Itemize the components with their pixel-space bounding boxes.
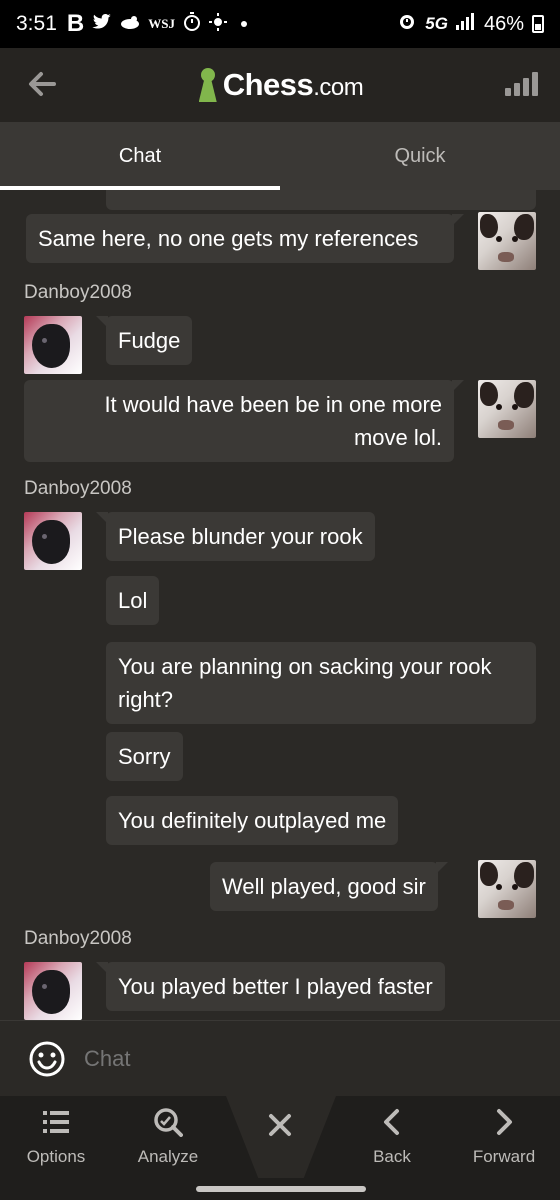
message-text: Well played, good sir: [222, 874, 426, 899]
message-text: You definitely outplayed me: [118, 808, 387, 833]
chat-input[interactable]: [84, 1045, 484, 1072]
opponent-avatar[interactable]: [24, 316, 82, 374]
message-text: Same here, no one gets my references: [38, 226, 419, 251]
message-text: Please blunder your rook: [118, 524, 363, 549]
timer-icon: [183, 11, 201, 37]
message-text-line: move lol.: [353, 425, 442, 450]
analyze-button[interactable]: Analyze: [112, 1096, 224, 1178]
wsj-icon: WSJ: [148, 16, 175, 31]
chat-input-bar: [0, 1020, 560, 1096]
back-button[interactable]: Back: [336, 1096, 448, 1178]
back-arrow-icon[interactable]: [24, 66, 60, 102]
status-bar: 3:51 B WSJ 5G 46%: [0, 0, 560, 48]
own-avatar[interactable]: [478, 380, 536, 438]
message-text: Sorry: [118, 744, 171, 769]
alarm-icon: [397, 11, 417, 37]
brightness-icon: [208, 12, 227, 36]
close-icon: [269, 1114, 291, 1136]
message-bubble-own: Same here, no one gets my references: [26, 214, 464, 263]
tab-bar: Chat Quick: [0, 122, 560, 190]
message-bubble-opponent: Fudge: [95, 316, 193, 365]
connection-strength-icon[interactable]: [505, 72, 538, 96]
dot-icon: [240, 21, 247, 27]
message-bubble-opponent: You are planning on sacking your rook ri…: [106, 642, 536, 724]
message-text: You played better I played faster: [118, 974, 433, 999]
options-button[interactable]: Options: [0, 1096, 112, 1178]
analyze-label: Analyze: [137, 1147, 199, 1166]
battery-icon: [532, 15, 544, 33]
message-text-line: right?: [118, 687, 174, 712]
username-label: Danboy2008: [24, 282, 132, 303]
options-label: Options: [26, 1147, 86, 1166]
username-label: Danboy2008: [24, 928, 132, 949]
opponent-avatar[interactable]: [24, 512, 82, 570]
message-bubble-opponent: Lol: [106, 576, 160, 625]
forward-button[interactable]: Forward: [448, 1096, 560, 1178]
chevron-left-icon: [384, 1109, 399, 1135]
twitter-icon: [92, 13, 112, 35]
app-header: Chess.com: [0, 48, 560, 122]
message-text: Fudge: [118, 328, 181, 353]
gesture-handle[interactable]: [196, 1186, 366, 1192]
opponent-avatar[interactable]: [24, 962, 82, 1020]
tab-chat[interactable]: Chat: [0, 122, 280, 190]
b-app-icon: B: [66, 10, 85, 37]
chevron-right-icon: [497, 1109, 512, 1135]
message-bubble-opponent: Sorry: [106, 732, 183, 781]
message-bubble-opponent: Please blunder your rook: [96, 512, 375, 561]
message-text: Lol: [118, 588, 148, 613]
message-bubble-own: It would have been be in one more move l…: [24, 380, 464, 462]
own-avatar[interactable]: [478, 860, 536, 918]
magnifier-icon: [154, 1108, 183, 1137]
list-icon: [43, 1111, 69, 1133]
cloud-bird-icon: [120, 14, 140, 35]
emoji-icon[interactable]: [28, 1040, 66, 1078]
own-avatar[interactable]: [478, 212, 536, 270]
pawn-icon: [197, 68, 219, 102]
battery-percent: 46%: [483, 12, 524, 35]
message-text-line: It would have been be in one more: [104, 392, 442, 417]
signal-icon: [455, 12, 476, 36]
notification-icons: B WSJ: [67, 10, 247, 38]
message-text-line: You are planning on sacking your rook: [118, 654, 492, 679]
message-bubble-clipped: [106, 190, 536, 210]
back-label: Back: [373, 1147, 411, 1166]
network-type: 5G: [425, 14, 448, 33]
tab-quick[interactable]: Quick: [280, 122, 560, 190]
message-bubble-opponent: You played better I played faster: [96, 962, 445, 1011]
logo-text: Chess.com: [222, 67, 364, 102]
chat-messages[interactable]: Same here, no one gets my references Dan…: [0, 190, 560, 1020]
status-time: 3:51: [16, 12, 57, 35]
forward-label: Forward: [472, 1147, 536, 1166]
message-bubble-own: Well played, good sir: [210, 862, 448, 911]
chess-logo: Chess.com: [197, 67, 364, 103]
username-label: Danboy2008: [24, 478, 132, 499]
message-bubble-opponent: You definitely outplayed me: [106, 796, 399, 845]
status-right: 5G 46%: [397, 11, 544, 37]
